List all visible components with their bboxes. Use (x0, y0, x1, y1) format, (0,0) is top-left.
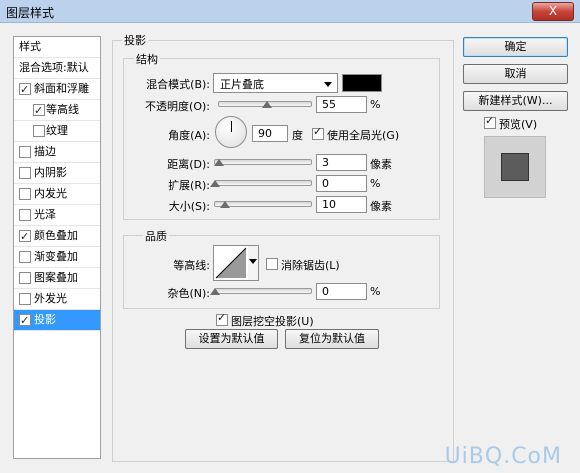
global-light-label: 使用全局光(G) (327, 129, 400, 142)
close-button[interactable]: X (532, 2, 574, 21)
style-item-drop-shadow[interactable]: 投影 (14, 310, 100, 331)
knockout-checkbox[interactable] (216, 311, 228, 326)
angle-needle (231, 121, 232, 132)
contour-label: 等高线: (173, 259, 210, 272)
noise-input[interactable]: 0 (316, 283, 367, 300)
spread-slider[interactable] (214, 180, 312, 186)
distance-label: 距离(D): (167, 158, 210, 171)
distance-input[interactable]: 3 (316, 154, 367, 171)
ok-button[interactable]: 确定 (463, 37, 568, 57)
inner-glow-checkbox[interactable] (19, 188, 31, 200)
noise-unit: % (370, 285, 381, 298)
preview-label: 预览(V) (499, 118, 538, 131)
knockout-label: 图层挖空投影(U) (231, 315, 314, 328)
antialias-checkbox[interactable] (266, 258, 278, 270)
contour-picker[interactable] (213, 245, 249, 281)
style-item-texture[interactable]: 纹理 (14, 121, 100, 142)
style-item-pattern-overlay[interactable]: 图案叠加 (14, 268, 100, 289)
angle-dial[interactable] (215, 116, 247, 148)
drop-shadow-title: 投影 (122, 32, 148, 48)
new-style-button[interactable]: 新建样式(W)... (463, 91, 568, 111)
spread-slider-thumb[interactable] (210, 180, 220, 187)
satin-checkbox[interactable] (19, 209, 31, 221)
blend-mode-label: 混合模式(B): (146, 78, 210, 91)
cancel-button[interactable]: 取消 (463, 64, 568, 84)
layer-style-dialog: 图层样式 X 样式 混合选项:默认 斜面和浮雕 等高线 纹理 描边 内阴影 内发… (0, 0, 580, 473)
style-item-contour[interactable]: 等高线 (14, 100, 100, 121)
distance-unit: 像素 (370, 158, 392, 171)
quality-title: 品质 (143, 228, 169, 244)
distance-slider-thumb[interactable] (214, 159, 224, 166)
reset-default-button[interactable]: 复位为默认值 (285, 329, 379, 349)
watermark-logo: UiBQ.CoM (444, 444, 562, 469)
noise-label: 杂色(N): (167, 287, 210, 300)
style-item-color-overlay[interactable]: 颜色叠加 (14, 226, 100, 247)
structure-title: 结构 (134, 51, 160, 67)
spread-unit: % (370, 177, 381, 190)
style-item-stroke[interactable]: 描边 (14, 142, 100, 163)
bevel-emboss-checkbox[interactable] (19, 80, 31, 100)
angle-unit: 度 (292, 129, 303, 142)
style-item-satin[interactable]: 光泽 (14, 205, 100, 226)
spread-label: 扩展(R): (168, 179, 210, 192)
title-bar: 图层样式 X (0, 0, 580, 23)
make-default-button[interactable]: 设置为默认值 (185, 329, 278, 349)
antialias-label: 消除锯齿(L) (281, 259, 340, 272)
style-preview-swatch (501, 153, 529, 181)
spread-input[interactable]: 0 (316, 175, 367, 192)
angle-input[interactable]: 90 (252, 125, 288, 142)
distance-slider[interactable] (214, 159, 312, 165)
size-unit: 像素 (370, 200, 392, 213)
opacity-unit: % (370, 98, 381, 111)
window-title: 图层样式 (6, 6, 55, 20)
opacity-input[interactable]: 55 (316, 96, 367, 113)
shadow-color-swatch[interactable] (342, 74, 382, 92)
contour-checkbox[interactable] (33, 101, 45, 121)
style-item-inner-glow[interactable]: 内发光 (14, 184, 100, 205)
contour-dropdown-button[interactable] (248, 245, 259, 281)
texture-checkbox[interactable] (33, 125, 45, 137)
drop-shadow-checkbox[interactable] (19, 311, 31, 331)
angle-label: 角度(A): (168, 129, 210, 142)
style-item-outer-glow[interactable]: 外发光 (14, 289, 100, 310)
blend-mode-value: 正片叠底 (220, 78, 264, 91)
global-light-checkbox[interactable] (312, 125, 324, 140)
chevron-down-icon (324, 82, 332, 87)
size-slider-thumb[interactable] (220, 201, 230, 208)
noise-slider[interactable] (214, 288, 312, 294)
blend-mode-select[interactable]: 正片叠底 (213, 73, 338, 93)
stroke-checkbox[interactable] (19, 146, 31, 158)
size-input[interactable]: 10 (316, 196, 367, 213)
styles-list-header[interactable]: 样式 (14, 37, 100, 58)
style-item-bevel-emboss[interactable]: 斜面和浮雕 (14, 79, 100, 100)
preview-checkbox[interactable] (484, 114, 496, 129)
styles-list: 样式 混合选项:默认 斜面和浮雕 等高线 纹理 描边 内阴影 内发光 光泽 颜色… (13, 36, 101, 459)
style-preview (484, 136, 546, 198)
blending-options-item[interactable]: 混合选项:默认 (14, 58, 100, 79)
inner-shadow-checkbox[interactable] (19, 167, 31, 179)
pattern-overlay-checkbox[interactable] (19, 272, 31, 284)
outer-glow-checkbox[interactable] (19, 293, 31, 305)
gradient-overlay-checkbox[interactable] (19, 251, 31, 263)
contour-preview-icon (215, 247, 247, 279)
size-label: 大小(S): (168, 200, 210, 213)
opacity-slider-thumb[interactable] (262, 101, 272, 108)
style-item-gradient-overlay[interactable]: 渐变叠加 (14, 247, 100, 268)
style-item-inner-shadow[interactable]: 内阴影 (14, 163, 100, 184)
opacity-label: 不透明度(O): (145, 100, 210, 113)
noise-slider-thumb[interactable] (210, 288, 220, 295)
color-overlay-checkbox[interactable] (19, 227, 31, 247)
